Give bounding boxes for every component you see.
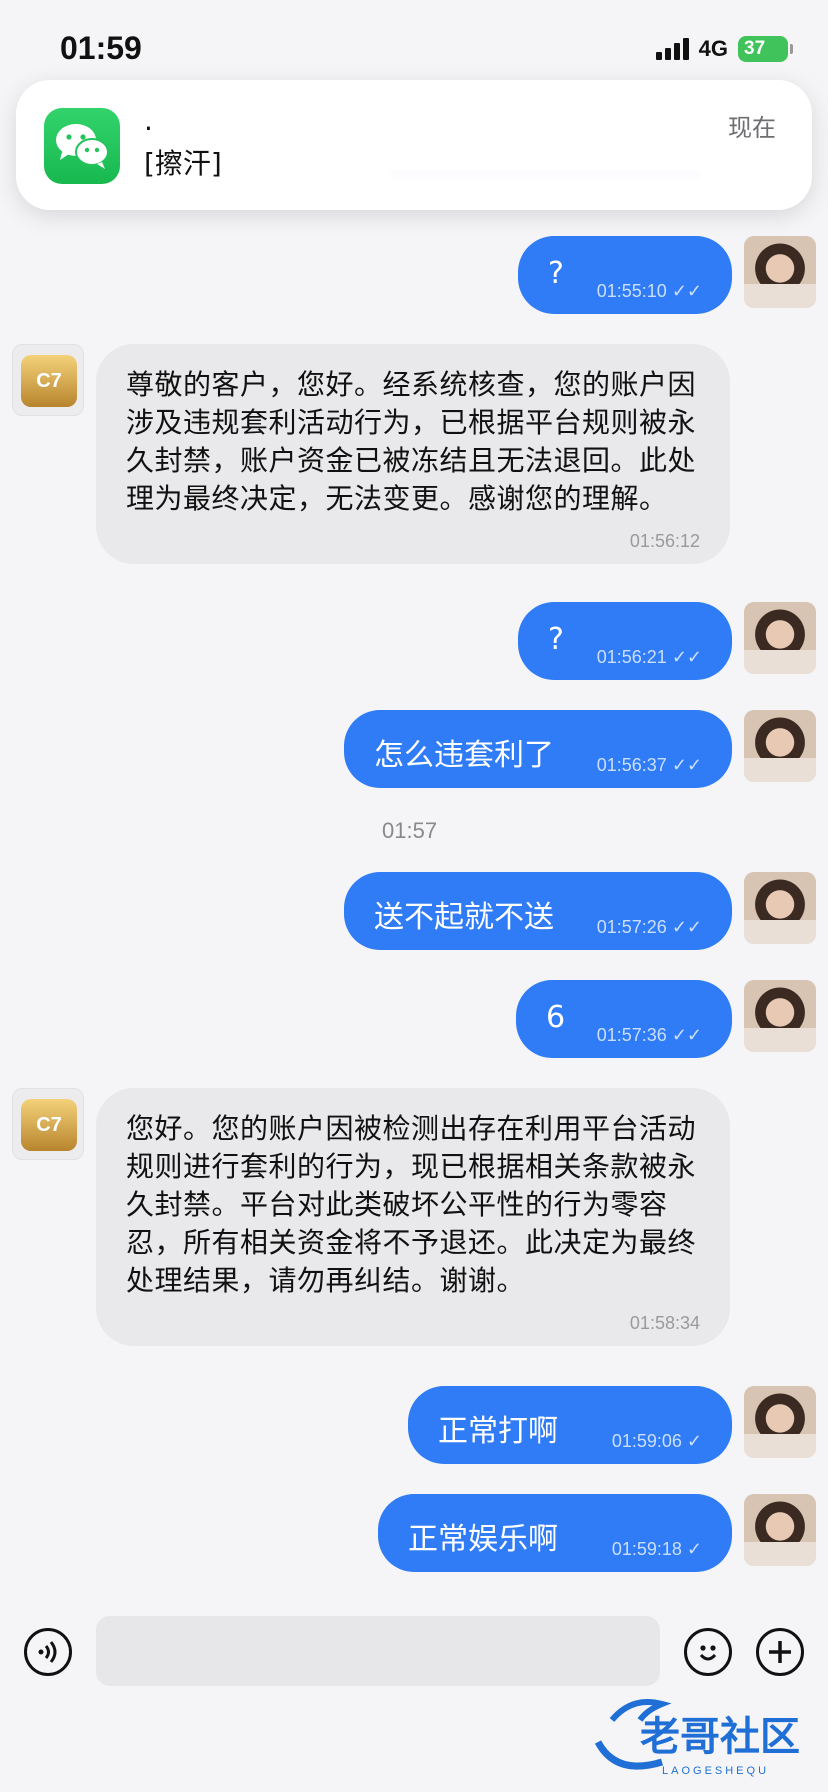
bot-avatar[interactable]: C7 bbox=[12, 1088, 84, 1160]
user-avatar[interactable] bbox=[744, 1494, 816, 1566]
status-indicators: 4G 37 bbox=[655, 36, 793, 62]
c7-logo: C7 bbox=[21, 1099, 77, 1151]
watermark-subtext: LAOGESHEQU bbox=[662, 1765, 769, 1777]
outgoing-message[interactable]: 送不起就不送 01:57:26 ✓✓ bbox=[344, 872, 732, 950]
c7-logo: C7 bbox=[21, 355, 77, 407]
notification-body: [擦汗] bbox=[144, 147, 222, 180]
message-text: 正常打啊 bbox=[438, 1414, 558, 1449]
signal-icon bbox=[655, 38, 689, 60]
watermark-text: 老哥社区 bbox=[640, 1714, 800, 1760]
plus-icon[interactable] bbox=[756, 1628, 804, 1676]
outgoing-message[interactable]: 怎么违套利了 01:56:37 ✓✓ bbox=[344, 710, 732, 788]
bot-avatar[interactable]: C7 bbox=[12, 344, 84, 416]
message-text: 正常娱乐啊 bbox=[408, 1522, 558, 1557]
message-text: 送不起就不送 bbox=[374, 900, 554, 935]
message-time: 01:59:06 ✓ bbox=[611, 1431, 702, 1451]
notification-time: 现在 bbox=[728, 114, 776, 142]
message-time: 01:56:37 ✓✓ bbox=[596, 755, 702, 775]
message-time: 01:57:36 ✓✓ bbox=[596, 1025, 702, 1045]
laoge-watermark: 老哥社区 LAOGESHEQU bbox=[592, 1690, 822, 1780]
incoming-message[interactable]: 尊敬的客户，您好。经系统核查，您的账户因涉及违规套利活动行为，已根据平台规则被永… bbox=[96, 344, 730, 564]
message-time: 01:58:34 bbox=[629, 1313, 700, 1333]
user-avatar[interactable] bbox=[744, 236, 816, 308]
incoming-message[interactable]: 您好。您的账户因被检测出存在利用平台活动规则进行套利的行为，现已根据相关条款被永… bbox=[96, 1088, 730, 1346]
wechat-icon bbox=[44, 108, 120, 184]
message-time: 01:59:18 ✓ bbox=[611, 1539, 702, 1559]
message-time: 01:57:26 ✓✓ bbox=[596, 917, 702, 937]
voice-icon[interactable] bbox=[24, 1628, 72, 1676]
message-text: ? bbox=[548, 622, 564, 657]
message-text: ? bbox=[548, 256, 564, 291]
outgoing-message[interactable]: ? 01:55:10 ✓✓ bbox=[518, 236, 732, 314]
user-avatar[interactable] bbox=[744, 1386, 816, 1458]
outgoing-message[interactable]: 正常打啊 01:59:06 ✓ bbox=[408, 1386, 732, 1464]
user-avatar[interactable] bbox=[744, 602, 816, 674]
message-time: 01:56:12 bbox=[629, 531, 700, 551]
message-time: 01:55:10 ✓✓ bbox=[596, 281, 702, 301]
message-text: 尊敬的客户，您好。经系统核查，您的账户因涉及违规套利活动行为，已根据平台规则被永… bbox=[126, 368, 697, 515]
outgoing-message[interactable]: ? 01:56:21 ✓✓ bbox=[518, 602, 732, 680]
message-text: 您好。您的账户因被检测出存在利用平台活动规则进行套利的行为，现已根据相关条款被永… bbox=[126, 1112, 697, 1297]
status-time: 01:59 bbox=[60, 30, 142, 66]
message-text: 怎么违套利了 bbox=[374, 738, 554, 773]
emoji-icon[interactable] bbox=[684, 1628, 732, 1676]
network-type: 4G bbox=[698, 36, 728, 61]
battery-level: 37 bbox=[744, 38, 766, 59]
message-input[interactable] bbox=[96, 1616, 660, 1686]
user-avatar[interactable] bbox=[744, 710, 816, 782]
outgoing-message[interactable]: 正常娱乐啊 01:59:18 ✓ bbox=[378, 1494, 732, 1572]
message-text: 6 bbox=[546, 1000, 566, 1035]
user-avatar[interactable] bbox=[744, 980, 816, 1052]
battery-icon: 37 bbox=[738, 36, 793, 62]
notification-banner[interactable]: . [擦汗] 现在 bbox=[16, 80, 812, 210]
message-time: 01:56:21 ✓✓ bbox=[596, 647, 702, 667]
user-avatar[interactable] bbox=[744, 872, 816, 944]
outgoing-message[interactable]: 6 01:57:36 ✓✓ bbox=[516, 980, 732, 1058]
time-divider: 01:57 bbox=[382, 818, 438, 843]
notification-title: . bbox=[144, 104, 153, 137]
